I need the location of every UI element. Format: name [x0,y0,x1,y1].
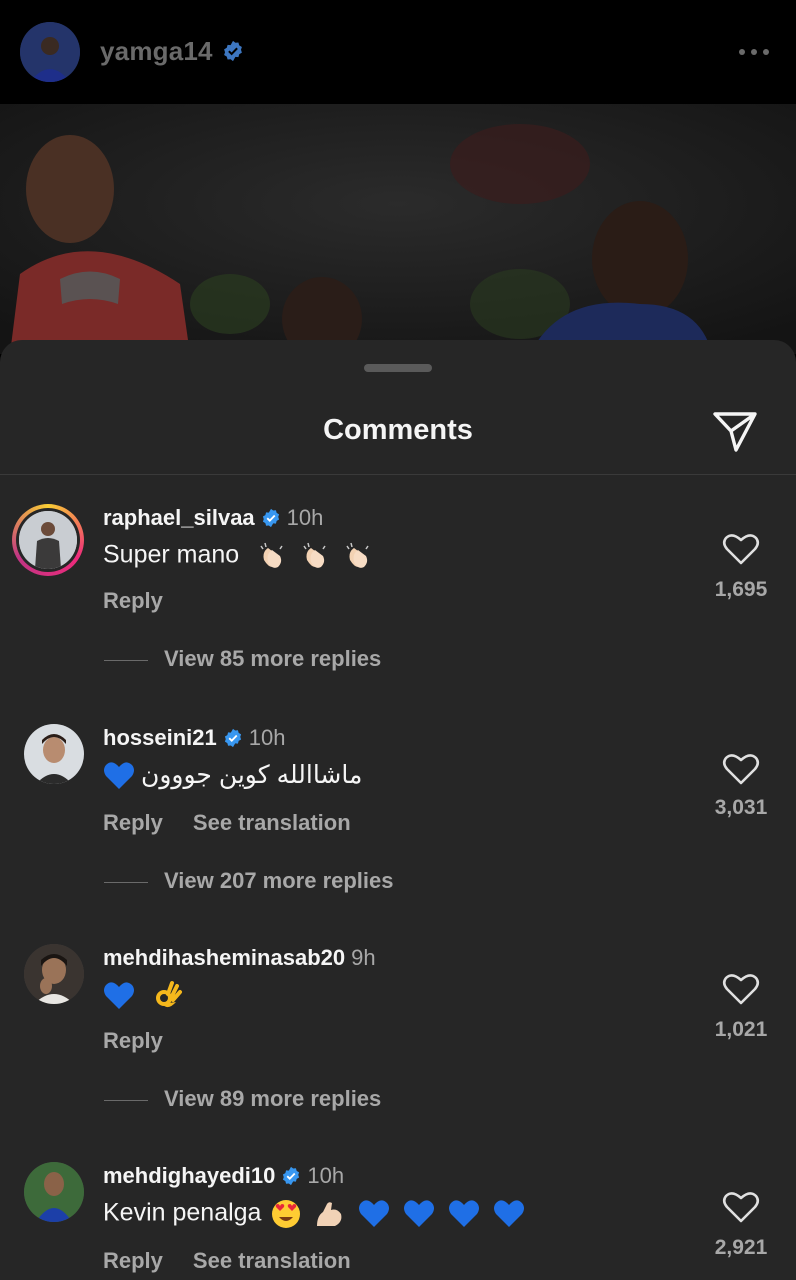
comments-sheet: Comments raphael_silvaa 10h Super mano R… [0,340,796,1280]
comment-timestamp: 10h [286,505,324,530]
view-replies-link[interactable]: View 85 more replies [104,646,381,672]
replies-divider [104,1099,148,1101]
clapping-hands-icon [303,542,326,568]
like-count: 2,921 [714,1236,768,1259]
verified-badge-icon [224,728,241,748]
verified-badge-icon [283,1166,300,1186]
flexed-biceps-icon [317,1202,342,1226]
verified-badge-icon [224,40,242,62]
avatar[interactable] [24,944,84,1004]
comment-timestamp: 9h [351,945,376,970]
blue-heart-icon [104,982,134,1009]
comment-text: Super mano [103,540,240,569]
heart-icon[interactable] [722,752,760,786]
post-username[interactable]: yamga14 [100,36,213,67]
avatar[interactable] [24,1162,84,1222]
reply-button[interactable]: Reply [103,1248,163,1273]
more-horizontal-icon[interactable] [734,40,774,64]
comment-text: Kevin penalga [103,1198,262,1227]
comment-username[interactable]: mehdighayedi10 [103,1163,275,1188]
instagram-comments-screen: yamga14 Comments raphael_silvaa 10h Supe… [0,0,796,1280]
see-translation-button[interactable]: See translation [193,1248,351,1273]
blue-heart-icon [494,1200,525,1227]
avatar[interactable] [12,504,84,576]
clapping-hands-icon [346,542,369,568]
view-replies-label: View 85 more replies [164,646,382,671]
heart-icon[interactable] [722,532,760,566]
comment-username[interactable]: mehdihasheminasab20 [103,945,345,970]
view-replies-link[interactable]: View 89 more replies [104,1086,381,1112]
comment-username[interactable]: raphael_silvaa [103,505,255,530]
replies-divider [104,659,148,661]
reply-button[interactable]: Reply [103,810,163,835]
post-header: yamga14 [0,0,796,104]
reply-button[interactable]: Reply [103,1028,163,1053]
comment-timestamp: 10h [248,725,286,750]
avatar[interactable] [24,724,84,784]
comment-username[interactable]: hosseini21 [103,725,217,750]
blue-heart-icon [449,1200,480,1227]
blue-heart-icon [104,762,134,790]
like-count: 1,021 [714,1018,768,1041]
paper-plane-icon[interactable] [712,410,758,454]
post-author-avatar[interactable] [20,22,80,82]
reply-button[interactable]: Reply [103,588,163,613]
heart-icon[interactable] [722,1190,760,1224]
view-replies-label: View 207 more replies [164,868,394,893]
verified-badge-icon [262,508,279,528]
view-replies-link[interactable]: View 207 more replies [104,868,394,894]
ok-hand-icon [155,981,182,1008]
blue-heart-icon [359,1200,390,1227]
blue-heart-icon [404,1200,435,1227]
heart-eyes-icon [272,1200,301,1228]
heart-icon[interactable] [722,972,760,1006]
comment-text: ماشاالله کوین جووون [141,761,363,789]
see-translation-button[interactable]: See translation [193,810,351,835]
sheet-divider [0,474,796,475]
comment-timestamp: 10h [307,1163,345,1188]
replies-divider [104,881,148,883]
view-replies-label: View 89 more replies [164,1086,382,1111]
clapping-hands-icon [260,542,283,568]
post-photo [0,104,796,354]
like-count: 3,031 [714,796,768,819]
sheet-title: Comments [323,414,473,446]
sheet-drag-handle[interactable] [364,364,432,372]
like-count: 1,695 [714,578,768,601]
